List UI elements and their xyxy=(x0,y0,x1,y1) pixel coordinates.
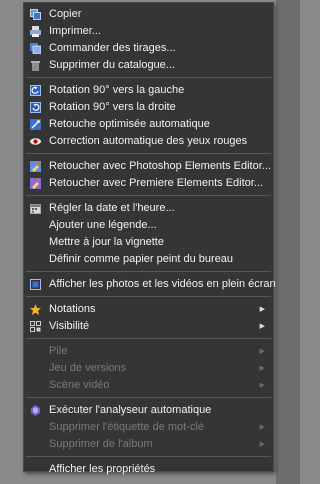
menu-item-label: Supprimer de l'album xyxy=(49,438,153,450)
menu-item-label: Retouche optimisée automatique xyxy=(49,118,210,130)
menu-item-version-set: Jeu de versions ▶ xyxy=(24,360,273,377)
menu-item-ratings[interactable]: Notations ▶ xyxy=(24,301,273,318)
submenu-arrow-icon: ▶ xyxy=(259,348,265,355)
menu-item-remove-keyword-tag: Supprimer l'étiquette de mot-clé ▶ xyxy=(24,419,273,436)
trash-icon xyxy=(30,60,41,71)
menu-item-run-auto-analyzer[interactable]: Exécuter l'analyseur automatique xyxy=(24,402,273,419)
menu-item-visibility[interactable]: Visibilité ▶ xyxy=(24,318,273,335)
menu-item-remove-from-album: Supprimer de l'album ▶ xyxy=(24,436,273,453)
menu-item-label: Mettre à jour la vignette xyxy=(49,236,164,248)
submenu-arrow-icon: ▶ xyxy=(259,306,265,313)
menu-item-rotate-left[interactable]: Rotation 90° vers la gauche xyxy=(24,82,273,99)
menu-item-label: Définir comme papier peint du bureau xyxy=(49,253,234,265)
menu-item-label: Visibilité xyxy=(49,320,90,332)
submenu-arrow-icon: ▶ xyxy=(259,441,265,448)
submenu-arrow-icon: ▶ xyxy=(259,424,265,431)
visibility-icon xyxy=(30,321,41,332)
rotate-right-icon xyxy=(30,102,41,113)
menu-item-video-scene: Scène vidéo ▶ xyxy=(24,377,273,394)
menu-item-label: Rotation 90° vers la droite xyxy=(49,101,176,113)
menu-item-delete-from-catalog[interactable]: Supprimer du catalogue... xyxy=(24,57,273,74)
print-icon xyxy=(30,26,41,37)
menu-item-label: Copier xyxy=(49,8,82,20)
submenu-arrow-icon: ▶ xyxy=(259,323,265,330)
menu-item-rotate-right[interactable]: Rotation 90° vers la droite xyxy=(24,99,273,116)
menu-separator xyxy=(26,296,271,297)
photoshop-editor-icon xyxy=(30,161,41,172)
menu-separator xyxy=(26,195,271,196)
submenu-arrow-icon: ▶ xyxy=(259,365,265,372)
red-eye-icon xyxy=(30,136,41,147)
menu-item-label: Scène vidéo xyxy=(49,379,110,391)
menu-item-fullscreen[interactable]: Afficher les photos et les vidéos en ple… xyxy=(24,276,276,293)
menu-item-edit-photoshop-elements[interactable]: Retoucher avec Photoshop Elements Editor… xyxy=(24,158,273,175)
menu-separator xyxy=(26,77,271,78)
menu-item-label: Supprimer du catalogue... xyxy=(49,59,175,71)
order-prints-icon xyxy=(30,43,41,54)
menu-item-label: Pile xyxy=(49,345,68,357)
menu-item-label: Retoucher avec Photoshop Elements Editor… xyxy=(49,160,271,172)
background-panel xyxy=(276,0,300,484)
menu-item-label: Régler la date et l'heure... xyxy=(49,202,175,214)
menu-separator xyxy=(26,456,271,457)
menu-separator xyxy=(26,153,271,154)
menu-item-add-caption[interactable]: Ajouter une légende... xyxy=(24,217,273,234)
menu-item-print[interactable]: Imprimer... xyxy=(24,23,273,40)
menu-item-stack: Pile ▶ xyxy=(24,343,273,360)
premiere-editor-icon xyxy=(30,178,41,189)
menu-item-label: Afficher les photos et les vidéos en ple… xyxy=(49,278,276,290)
menu-item-label: Correction automatique des yeux rouges xyxy=(49,135,248,147)
calendar-icon xyxy=(30,203,41,214)
menu-item-label: Jeu de versions xyxy=(49,362,127,374)
menu-item-label: Exécuter l'analyseur automatique xyxy=(49,404,212,416)
menu-item-auto-smart-fix[interactable]: Retouche optimisée automatique xyxy=(24,116,273,133)
menu-item-label: Retoucher avec Premiere Elements Editor.… xyxy=(49,177,263,189)
submenu-arrow-icon: ▶ xyxy=(259,382,265,389)
menu-item-set-desktop-wallpaper[interactable]: Définir comme papier peint du bureau xyxy=(24,251,273,268)
menu-item-label: Afficher les propriétés xyxy=(49,463,156,475)
menu-item-label: Supprimer l'étiquette de mot-clé xyxy=(49,421,204,433)
rotate-left-icon xyxy=(30,85,41,96)
menu-item-label: Ajouter une légende... xyxy=(49,219,157,231)
fullscreen-icon xyxy=(30,279,41,290)
auto-analyzer-icon xyxy=(30,405,41,416)
menu-item-show-properties[interactable]: Afficher les propriétés xyxy=(24,461,273,478)
menu-separator xyxy=(26,397,271,398)
menu-item-order-prints[interactable]: Commander des tirages... xyxy=(24,40,273,57)
menu-item-label: Imprimer... xyxy=(49,25,101,37)
copy-icon xyxy=(30,9,41,20)
menu-item-label: Notations xyxy=(49,303,96,315)
menu-item-red-eye-fix[interactable]: Correction automatique des yeux rouges xyxy=(24,133,273,150)
menu-item-label: Commander des tirages... xyxy=(49,42,176,54)
menu-item-update-thumbnail[interactable]: Mettre à jour la vignette xyxy=(24,234,273,251)
menu-separator xyxy=(26,338,271,339)
menu-item-set-date-time[interactable]: Régler la date et l'heure... xyxy=(24,200,273,217)
menu-separator xyxy=(26,271,271,272)
context-menu: Copier Imprimer... Commander des tirages… xyxy=(23,2,276,475)
menu-item-edit-premiere-elements[interactable]: Retoucher avec Premiere Elements Editor.… xyxy=(24,175,273,192)
menu-item-label: Rotation 90° vers la gauche xyxy=(49,84,185,96)
star-icon xyxy=(30,304,41,315)
auto-fix-icon xyxy=(30,119,41,130)
menu-item-copy[interactable]: Copier xyxy=(24,6,273,23)
